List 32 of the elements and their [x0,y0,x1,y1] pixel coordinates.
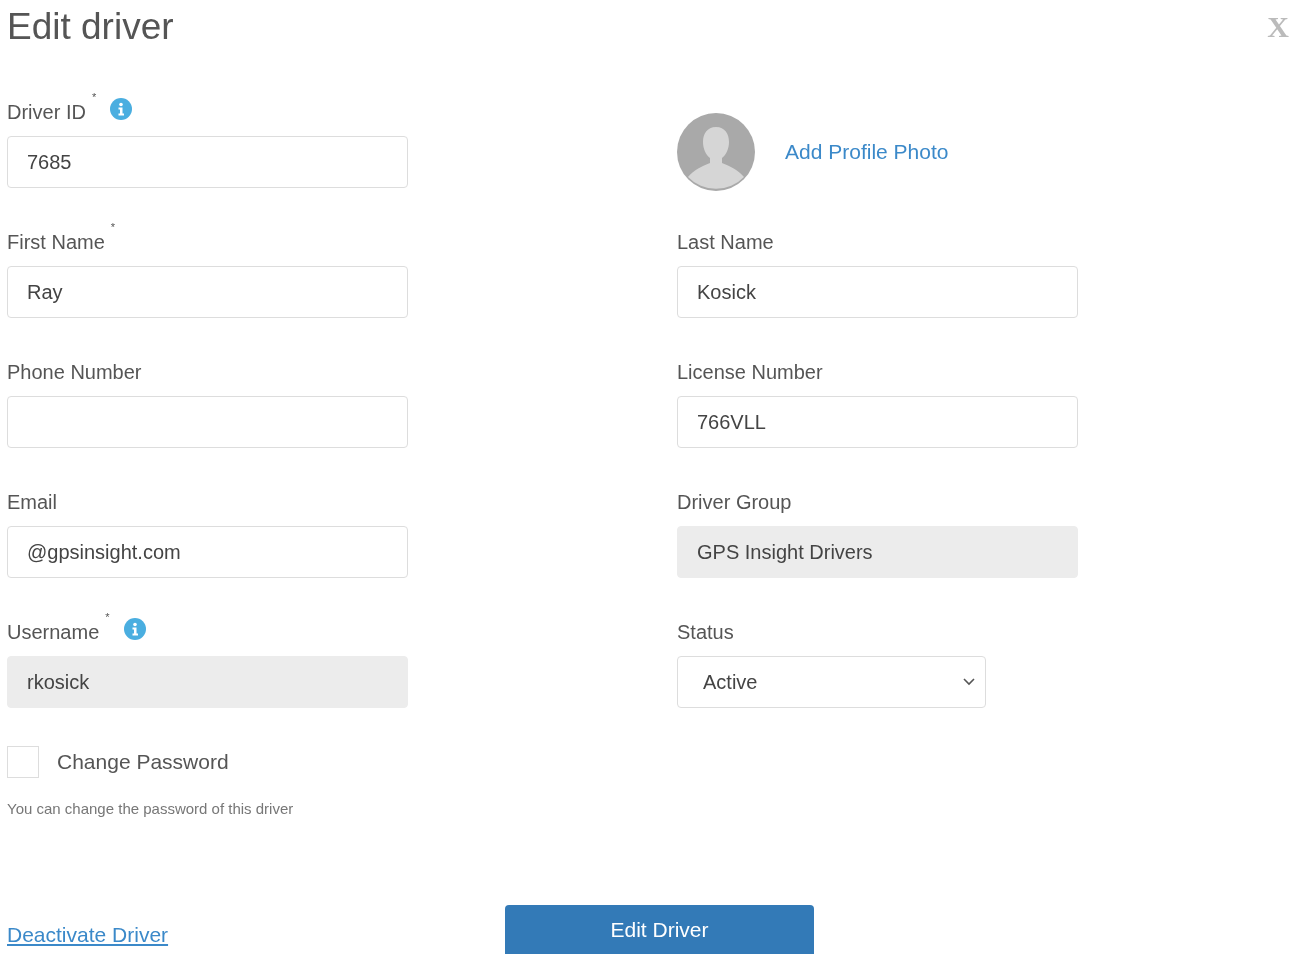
field-label: Last Name [677,230,774,254]
caret-icon [963,678,975,686]
required-mark: * [105,612,110,623]
checkbox-label: Change Password [57,750,229,774]
field-label: Phone Number [7,360,142,384]
dialog-title: Edit driver [7,6,174,48]
checkbox[interactable] [7,746,39,778]
required-mark: * [91,92,97,103]
edit-driver-button[interactable]: Edit Driver [505,905,814,954]
input-field[interactable]: Kosick [677,266,1078,318]
field-label: Driver ID [7,100,86,124]
info-icon[interactable] [123,618,146,640]
field-label: First Name [7,230,105,254]
input-field[interactable] [7,396,408,448]
field-label: Status [677,620,734,644]
field-label: License Number [677,360,823,384]
field-label: Username [7,620,100,644]
input-field[interactable]: rkosick [7,656,408,708]
input-field[interactable]: Ray [7,266,408,318]
field-label: Email [7,490,57,514]
add-photo-link[interactable]: Add Profile Photo [785,140,949,164]
required-mark: * [110,222,116,233]
input-field[interactable]: GPS Insight Drivers [677,526,1078,578]
status-dropdown[interactable]: Active [677,656,986,708]
deactivate-link[interactable]: Deactivate Driver [7,923,169,947]
field-label: Driver Group [677,490,792,514]
help-text: You can change the password of this driver [7,800,295,817]
input-field[interactable]: 7685 [7,136,408,188]
input-field[interactable]: 766VLL [677,396,1078,448]
input-field[interactable]: @gpsinsight.com [7,526,408,578]
avatar-icon [677,113,755,191]
info-icon[interactable] [110,98,133,120]
